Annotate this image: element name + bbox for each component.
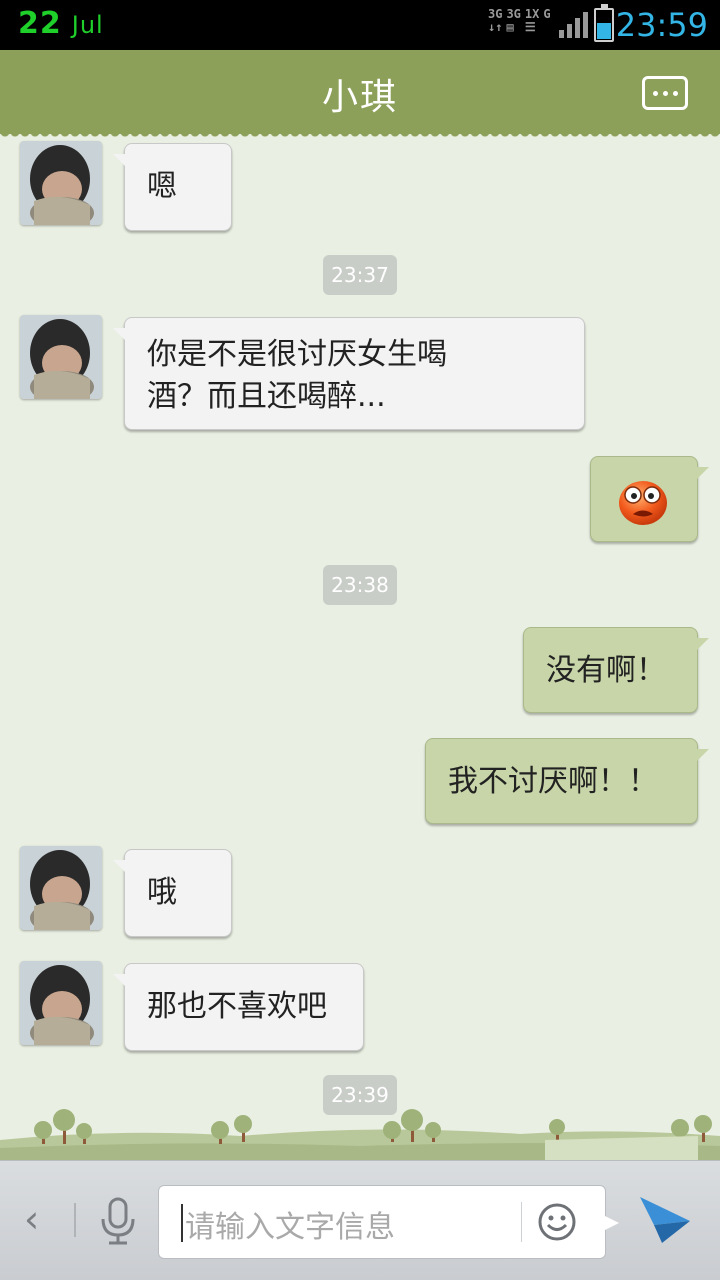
network-1x-indicator: 1X ☰ — [524, 7, 540, 34]
input-divider — [521, 1202, 522, 1242]
status-date-day: 22 — [18, 6, 62, 41]
message-input-bar: ‹ 请输入文字信息 — [0, 1160, 720, 1280]
chevron-left-icon[interactable]: ‹ — [24, 1197, 39, 1241]
message-text: 没有啊！ — [546, 653, 666, 688]
microphone-icon[interactable] — [98, 1197, 138, 1245]
smiley-icon[interactable] — [537, 1202, 577, 1242]
landscape-decoration — [0, 1109, 720, 1160]
message-bubble-received[interactable]: 哦 — [113, 849, 232, 937]
message-bubble-sent[interactable] — [590, 456, 709, 542]
message-text: 哦 — [147, 875, 177, 910]
message-bubble-received[interactable]: 那也不喜欢吧 — [113, 963, 364, 1051]
network-indicators: 3G ↓↑ 3G ▤ 1X ☰ G — [488, 8, 588, 42]
contact-avatar[interactable] — [20, 846, 102, 930]
message-bubble-received[interactable]: 你是不是很讨厌女生喝酒？而且还喝醉... — [113, 317, 585, 430]
battery-icon — [594, 4, 614, 42]
shocked-face-emoji-icon — [619, 481, 667, 525]
message-input-placeholder: 请输入文字信息 — [185, 1210, 395, 1245]
message-bubble-sent[interactable]: 没有啊！ — [523, 627, 709, 713]
message-text: 你是不是很讨厌女生喝酒？而且还喝醉... — [147, 337, 447, 414]
contact-name-title: 小琪 — [321, 77, 398, 118]
status-time: 23:59 — [615, 6, 708, 44]
contact-avatar[interactable] — [20, 961, 102, 1045]
status-date: 22 Jul — [18, 6, 104, 41]
message-bubble-sent[interactable]: 我不讨厌啊！！ — [425, 738, 709, 824]
contact-avatar[interactable] — [20, 315, 102, 399]
chat-menu-icon[interactable] — [642, 76, 688, 110]
status-bar: 22 Jul 3G ↓↑ 3G ▤ 1X ☰ G 23:59 — [0, 0, 720, 50]
message-timestamp: 23:38 — [323, 565, 397, 605]
text-caret — [181, 1204, 183, 1242]
message-input[interactable]: 请输入文字信息 — [158, 1185, 619, 1259]
message-text: 嗯 — [147, 169, 177, 204]
status-date-month: Jul — [71, 11, 104, 39]
message-text: 那也不喜欢吧 — [147, 989, 327, 1024]
network-g-indicator: G — [543, 7, 551, 21]
toolbar-divider — [74, 1203, 76, 1237]
contact-avatar[interactable] — [20, 141, 102, 225]
signal-strength-icon — [558, 8, 588, 38]
chat-header: 小琪 — [0, 50, 720, 140]
network-3g-indicator: 3G ↓↑ — [488, 7, 503, 34]
network-3g-indicator-2: 3G ▤ — [506, 7, 521, 34]
message-timestamp: 23:37 — [323, 255, 397, 295]
message-text: 我不讨厌啊！！ — [448, 764, 658, 799]
send-icon[interactable] — [636, 1191, 692, 1247]
message-bubble-received[interactable]: 嗯 — [113, 143, 232, 231]
